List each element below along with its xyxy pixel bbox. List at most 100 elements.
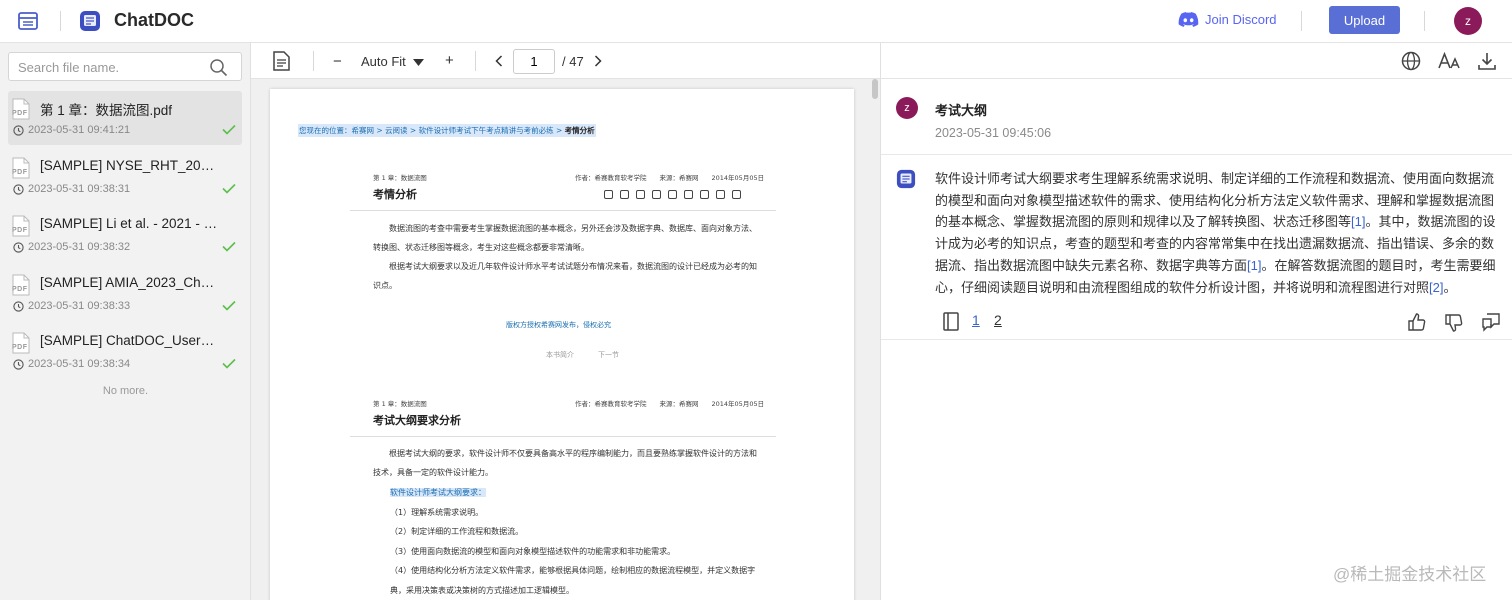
divider [313,51,314,71]
pdf-file-icon: PDF [11,215,31,237]
copyright-notice: 版权方授权希赛网发布，侵权必究 [506,321,611,329]
question-text: 考试大纲 [935,103,988,118]
section-divider [350,210,776,211]
file-list-item[interactable]: PDF [SAMPLE] AMIA_2023_Chat... 2023-05-31 … [8,267,242,321]
section-body: 根据考试大纲的要求，软件设计师不仅要具备高水平的程序编制能力，而且要熟练掌握软件… [373,444,758,482]
list-item: （2）制定详细的工作流程和数据流。 [390,527,524,536]
check-icon [222,241,236,252]
user-avatar: z [896,97,918,119]
sidebar-toggle-icon[interactable] [17,10,39,32]
file-list-item[interactable]: PDF [SAMPLE] NYSE_RHT_2019_... 2023-05-31 … [8,150,242,204]
pdf-viewer: − Auto Fit + / 47 您现在的位置：希赛网 > 云阅读 > 软件设… [251,43,881,600]
note-icon [732,190,741,199]
clock-icon [13,125,24,136]
file-name: [SAMPLE] AMIA_2023_Chat... [40,274,220,290]
file-list-item[interactable]: PDF [SAMPLE] ChatDOC_User_G... 2023-05-31 … [8,325,242,379]
upload-button[interactable]: Upload [1329,6,1400,34]
edit-icon [716,190,725,199]
pdf-file-label: PDF [12,168,28,176]
divider [1301,11,1302,31]
check-icon [222,124,236,135]
file-name: [SAMPLE] Li et al. - 2021 - Se... [40,216,220,231]
file-date: 2023-05-31 09:41:21 [28,124,131,136]
file-date: 2023-05-31 09:38:32 [28,241,131,253]
search-icon[interactable] [209,58,228,77]
chevron-down-icon[interactable] [413,59,424,66]
section-body: 数据流图的考查中需要考生掌握数据流图的基本概念，另外还会涉及数据字典、数据库、面… [373,219,758,295]
pdf-page: 您现在的位置：希赛网 > 云阅读 > 软件设计师考试下午考点精讲与考前必练 > … [270,89,854,600]
search-input[interactable] [18,58,208,76]
file-list-item[interactable]: PDF 第 1 章：数据流图.pdf 2023-05-31 09:41:21 [8,91,242,145]
file-date: 2023-05-31 09:38:34 [28,358,131,370]
file-list-item[interactable]: PDF [SAMPLE] Li et al. - 2021 - Se... 2023… [8,208,242,262]
requirement-list: 软件设计师考试大纲要求： （1）理解系统需求说明。 （2）制定详细的工作流程和数… [373,483,763,600]
pdf-file-icon: PDF [11,157,31,179]
join-discord-link[interactable]: Join Discord [1178,11,1277,27]
paragraph: 数据流图的考查中需要考生掌握数据流图的基本概念，另外还会涉及数据字典、数据库、面… [373,224,757,252]
chat-panel: z 考试大纲 2023-05-31 09:45:06 软件设计师考试大纲要求考生… [881,43,1512,600]
check-icon [222,300,236,311]
pdf-file-icon: PDF [11,332,31,354]
watermark: @稀土掘金技术社区 [1333,565,1487,584]
top-bar: ChatDOC Join Discord Upload z [0,0,1512,43]
clock-icon [620,190,629,199]
thumbs-down-icon[interactable] [1444,313,1464,333]
reference-link-2[interactable]: 2 [994,312,1002,328]
viewer-scrollbar[interactable] [872,79,878,99]
section-meta: 作者：希赛教育软考学院 来源：希赛网 2014年05月05日 [575,400,765,408]
source-book-icon[interactable] [943,312,959,331]
no-more-label: No more. [102,385,149,397]
pdf-file-label: PDF [12,110,28,117]
paragraph: 根据考试大纲的要求，软件设计师不仅要具备高水平的程序编制能力，而且要熟练掌握软件… [373,449,757,477]
search-icon [604,190,613,199]
divider [1424,11,1425,31]
download-icon[interactable] [1477,51,1497,71]
pdf-file-icon: PDF [11,274,31,296]
thumbs-up-icon[interactable] [1407,312,1427,332]
section-divider [350,436,776,437]
file-name: 第 1 章：数据流图.pdf [40,103,173,118]
feedback-icon[interactable] [1481,312,1501,332]
zoom-in-button[interactable]: + [445,52,454,69]
doc-tool-icons [604,190,741,199]
answer-actions: 1 2 [881,308,1512,340]
chat-toolbar [881,43,1512,79]
bookmark-icon [700,190,709,199]
file-sidebar: PDF第 1 章：数据流图.pdf2023-05-31 09:41:21PDF[… [0,43,251,600]
citation-link[interactable]: [1] [1351,214,1365,229]
zoom-out-button[interactable]: − [333,53,342,70]
check-icon [222,358,236,369]
divider [475,51,476,71]
section-meta: 作者：希赛教育软考学院 来源：希赛网 2014年05月05日 [575,174,765,182]
page-total: / 47 [562,54,584,69]
list-icon [668,190,677,199]
chatdoc-bot-icon [896,169,916,189]
font-size-icon[interactable] [1438,52,1460,70]
clock-icon [13,242,24,253]
viewer-toolbar: − Auto Fit + / 47 [251,43,880,79]
check-icon [222,183,236,194]
zoom-mode-select[interactable]: Auto Fit [361,54,406,69]
question-block: z 考试大纲 2023-05-31 09:45:06 [881,79,1512,155]
globe-icon[interactable] [1401,51,1421,71]
citation-link[interactable]: [2] [1429,280,1443,295]
outline-toggle-icon[interactable] [272,51,291,71]
next-section-link[interactable]: 下一节 [598,350,619,360]
chatdoc-logo-icon [78,9,102,33]
reference-link-1[interactable]: 1 [972,312,980,328]
app-name: ChatDOC [114,10,194,30]
next-page-icon[interactable] [594,55,602,67]
pdf-file-label: PDF [12,227,28,234]
search-box [8,52,242,81]
citation-link[interactable]: [1] [1247,258,1261,273]
section-chapter: 第 1 章：数据流图 [373,400,427,408]
file-name: [SAMPLE] NYSE_RHT_2019_... [40,157,220,173]
prev-page-icon[interactable] [495,55,503,67]
clock-icon [13,300,24,312]
page-number-input[interactable] [513,49,555,74]
join-discord-label: Join Discord [1205,11,1277,27]
section-title: 考情分析 [373,188,417,201]
prev-section-link[interactable]: 本书简介 [546,350,574,360]
pdf-file-icon: PDF [11,98,31,120]
user-avatar[interactable]: z [1454,7,1482,35]
